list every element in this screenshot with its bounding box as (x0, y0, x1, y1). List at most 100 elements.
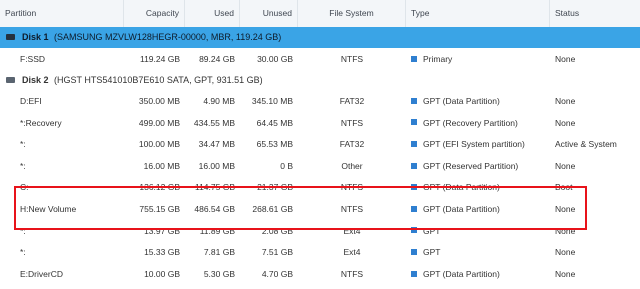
capacity-cell: 119.24 GB (139, 54, 180, 64)
type-label: GPT (Recovery Partition) (423, 117, 518, 128)
disk-name: Disk 2 (22, 75, 49, 85)
used-cell: 114.75 GB (194, 182, 235, 193)
partition-cell: *: (20, 160, 26, 171)
column-unused[interactable]: Unused (240, 0, 298, 27)
partition-type-icon (411, 119, 417, 126)
disk-icon (6, 77, 15, 83)
type-label: GPT (423, 225, 441, 236)
unused-cell: 7.51 GB (261, 247, 293, 258)
status-cell: None (555, 54, 576, 64)
unused-cell: 2.08 GB (261, 225, 293, 236)
status-cell: None (555, 117, 576, 128)
unused-cell: 0 B (280, 160, 293, 171)
file-system-cell: NTFS (340, 268, 364, 279)
used-cell: 16.00 MB (198, 160, 235, 171)
type-cell: GPT (Data Partition) (406, 91, 550, 112)
used-cell: 486.54 GB (194, 204, 235, 214)
column-file-system[interactable]: File System (298, 0, 406, 27)
type-cell: GPT (406, 221, 550, 242)
type-label: GPT (Data Partition) (423, 204, 500, 214)
unused-cell: 64.45 MB (256, 117, 293, 128)
type-label: Primary (423, 54, 453, 64)
partition-type-icon (411, 162, 417, 169)
used-cell: 7.81 GB (203, 247, 235, 258)
file-system-cell: FAT32 (339, 139, 365, 150)
status-cell: None (555, 204, 576, 214)
partition-type-icon (411, 227, 417, 234)
partition-row[interactable]: F:SSD 119.24 GB 89.24 GB 30.00 GB NTFS Primar… (0, 49, 640, 70)
used-cell: 34.47 MB (198, 139, 235, 150)
capacity-cell: 15.33 GB (144, 247, 180, 258)
column-status[interactable]: Status (550, 0, 640, 27)
status-cell: None (555, 96, 576, 106)
disk-1-row[interactable]: Disk 1 (SAMSUNG MZVLW128HEGR-00000, MBR,… (0, 27, 640, 48)
partition-type-icon (411, 140, 417, 147)
partition-type-icon (411, 248, 417, 255)
status-cell: Active & System (555, 139, 617, 150)
partition-row[interactable]: *:Recovery 499.00 MB 434.55 MB 64.45 MB NTFS… (0, 113, 640, 134)
disk-info: (SAMSUNG MZVLW128HEGR-00000, MBR, 119.24… (54, 32, 282, 42)
column-type[interactable]: Type (406, 0, 550, 27)
partition-cell: E:DriverCD (20, 268, 63, 279)
type-cell: GPT (Data Partition) (406, 199, 550, 220)
partition-row[interactable]: *: 15.33 GB 7.81 GB 7.51 GB Ext4 GPT None (0, 242, 640, 263)
partition-type-icon (411, 55, 417, 62)
partition-row[interactable]: *: 100.00 MB 34.47 MB 65.53 MB FAT32 GPT (EFI… (0, 134, 640, 155)
partition-cell: *: (20, 247, 26, 258)
file-system-cell: NTFS (340, 204, 364, 214)
file-system-cell: FAT32 (339, 96, 365, 106)
partition-row[interactable]: H:New Volume 755.15 GB 486.54 GB 268.61 GB N… (0, 199, 640, 220)
partition-cell: H:New Volume (20, 204, 77, 214)
capacity-cell: 10.00 GB (144, 268, 180, 279)
partition-row[interactable]: D:EFI 350.00 MB 4.90 MB 345.10 MB FAT32 GPT (… (0, 91, 640, 112)
capacity-cell: 499.00 MB (138, 117, 180, 128)
status-cell: None (555, 247, 576, 258)
unused-cell: 30.00 GB (257, 54, 293, 64)
capacity-cell: 13.97 GB (144, 225, 180, 236)
file-system-cell: NTFS (340, 117, 364, 128)
used-cell: 89.24 GB (199, 54, 235, 64)
capacity-cell: 136.12 GB (139, 182, 180, 193)
partition-type-icon (411, 270, 417, 277)
type-label: GPT (Data Partition) (423, 268, 500, 279)
type-cell: GPT (Data Partition) (406, 177, 550, 198)
type-cell: GPT (EFI System partition) (406, 134, 550, 155)
status-cell: None (555, 160, 576, 171)
status-cell: Boot (555, 182, 573, 193)
column-header-row: Partition Capacity Used Unused File Syst… (0, 0, 640, 28)
unused-cell: 4.70 GB (261, 268, 293, 279)
type-label: GPT (423, 247, 441, 258)
unused-cell: 345.10 MB (251, 96, 293, 106)
capacity-cell: 16.00 MB (143, 160, 180, 171)
partition-cell: D:EFI (20, 96, 42, 106)
partition-row[interactable]: C: 136.12 GB 114.75 GB 21.37 GB NTFS GPT (Dat… (0, 177, 640, 198)
partition-cell: F:SSD (20, 54, 46, 64)
unused-cell: 65.53 MB (256, 139, 293, 150)
file-system-cell: Ext4 (343, 225, 361, 236)
type-cell: GPT (406, 242, 550, 263)
column-capacity[interactable]: Capacity (124, 0, 185, 27)
disk-2-row[interactable]: Disk 2 (HGST HTS541010B7E610 SATA, GPT, … (0, 70, 640, 91)
column-used[interactable]: Used (185, 0, 240, 27)
file-system-cell: NTFS (340, 182, 364, 193)
column-partition[interactable]: Partition (0, 0, 124, 27)
type-label: GPT (Data Partition) (423, 96, 500, 106)
used-cell: 5.30 GB (203, 268, 235, 279)
file-system-cell: Ext4 (343, 247, 361, 258)
capacity-cell: 755.15 GB (139, 204, 180, 214)
disk-icon (6, 34, 15, 40)
disk-name: Disk 1 (22, 32, 49, 42)
partition-type-icon (411, 205, 417, 212)
type-label: GPT (Reserved Partition) (423, 160, 519, 171)
partition-row[interactable]: *: 16.00 MB 16.00 MB 0 B Other GPT (Reserved … (0, 156, 640, 177)
partition-row[interactable]: E:DriverCD 10.00 GB 5.30 GB 4.70 GB NTFS GPT … (0, 264, 640, 285)
disk-info: (HGST HTS541010B7E610 SATA, GPT, 931.51 … (54, 75, 263, 85)
partition-cell: C: (20, 182, 29, 193)
partition-row[interactable]: *: 13.97 GB 11.89 GB 2.08 GB Ext4 GPT None (0, 221, 640, 242)
unused-cell: 21.37 GB (257, 182, 293, 193)
used-cell: 4.90 MB (203, 96, 235, 106)
capacity-cell: 350.00 MB (138, 96, 180, 106)
file-system-cell: NTFS (340, 54, 364, 64)
partition-type-icon (411, 97, 417, 104)
unused-cell: 268.61 GB (252, 204, 293, 214)
